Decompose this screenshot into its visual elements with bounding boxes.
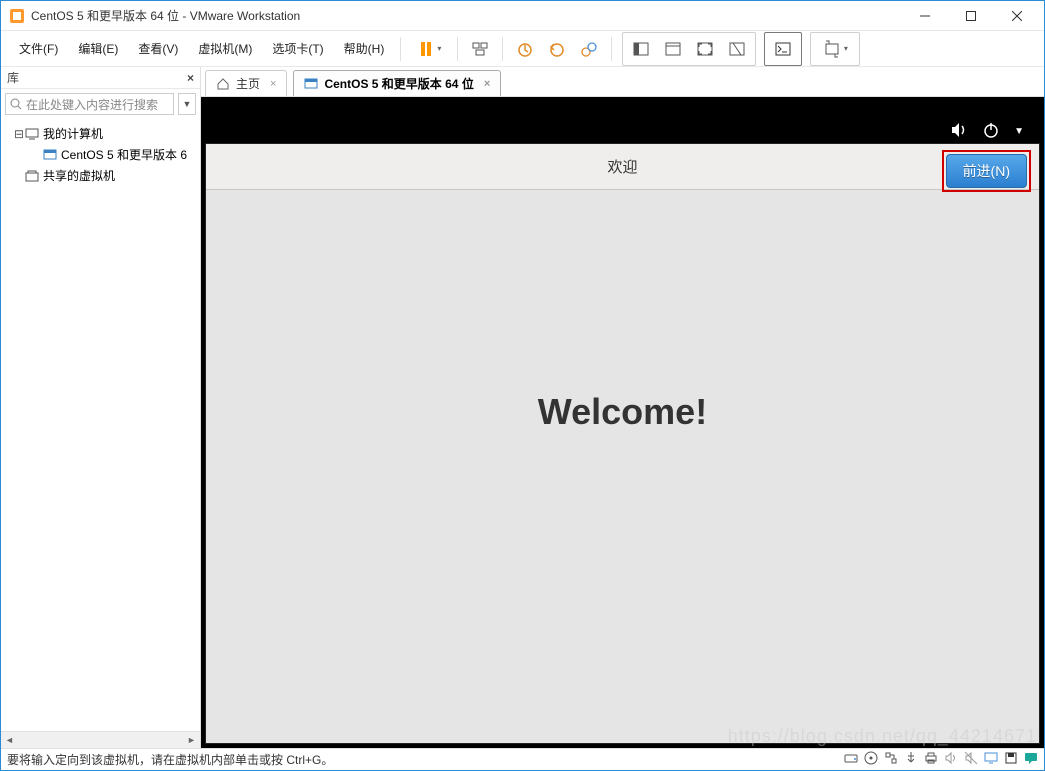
tree-my-computer[interactable]: ⊟ 我的计算机 bbox=[1, 123, 200, 144]
maximize-button[interactable] bbox=[948, 2, 994, 30]
vm-overlay-controls: ▼ bbox=[950, 121, 1024, 142]
pause-button[interactable]: ▾ bbox=[409, 35, 449, 63]
network-icon[interactable] bbox=[884, 751, 898, 768]
titlebar: CentOS 5 和更早版本 64 位 - VMware Workstation bbox=[1, 1, 1044, 31]
power-icon[interactable] bbox=[982, 121, 1000, 142]
menu-view[interactable]: 查看(V) bbox=[128, 36, 188, 61]
menu-tabs[interactable]: 选项卡(T) bbox=[262, 36, 333, 61]
computer-icon bbox=[25, 127, 39, 141]
harddisk-icon[interactable] bbox=[844, 751, 858, 768]
search-dropdown[interactable]: ▼ bbox=[178, 93, 196, 115]
menu-file[interactable]: 文件(F) bbox=[9, 36, 68, 61]
vm-tab-icon bbox=[304, 77, 318, 91]
sound-status-icon[interactable] bbox=[944, 751, 958, 768]
revert-snapshot-button[interactable] bbox=[543, 35, 571, 63]
tree-shared-vms[interactable]: 共享的虚拟机 bbox=[1, 165, 200, 186]
close-button[interactable] bbox=[994, 2, 1040, 30]
vm-display[interactable]: ▼ 欢迎 前进(N) Welcome! bbox=[201, 97, 1044, 748]
snapshot-button[interactable] bbox=[511, 35, 539, 63]
menu-edit[interactable]: 编辑(E) bbox=[68, 36, 128, 61]
menu-vm[interactable]: 虚拟机(M) bbox=[188, 36, 262, 61]
status-device-icons bbox=[844, 751, 1038, 768]
tab-home[interactable]: 主页 × bbox=[205, 70, 287, 96]
tab-home-label: 主页 bbox=[236, 75, 260, 92]
tree-label-shared: 共享的虚拟机 bbox=[43, 167, 115, 184]
power-dropdown-icon[interactable]: ▼ bbox=[1014, 126, 1024, 137]
sidebar-title: 库 bbox=[7, 69, 19, 86]
home-icon bbox=[216, 77, 230, 91]
guest-body: Welcome! bbox=[206, 190, 1039, 743]
mic-status-icon[interactable] bbox=[964, 751, 978, 768]
library-tree: ⊟ 我的计算机 CentOS 5 和更早版本 6 共享的虚拟机 bbox=[1, 119, 200, 731]
message-icon[interactable] bbox=[1024, 751, 1038, 768]
printer-icon[interactable] bbox=[924, 751, 938, 768]
snapshot-manager-button[interactable] bbox=[575, 35, 603, 63]
status-message: 要将输入定向到该虚拟机，请在虚拟机内部单击或按 Ctrl+G。 bbox=[7, 751, 333, 768]
view-fullscreen-button[interactable] bbox=[691, 35, 719, 63]
tree-label-vm1: CentOS 5 和更早版本 6 bbox=[61, 146, 187, 163]
guest-window: 欢迎 前进(N) Welcome! bbox=[205, 143, 1040, 744]
tab-vm-label: CentOS 5 和更早版本 64 位 bbox=[324, 75, 473, 92]
search-placeholder: 在此处键入内容进行搜索 bbox=[26, 96, 158, 113]
library-sidebar: 库 × 在此处键入内容进行搜索 ▼ ⊟ 我的计算机 CentOS 5 和更早版本… bbox=[1, 67, 201, 748]
tabbar: 主页 × CentOS 5 和更早版本 64 位 × bbox=[201, 67, 1044, 97]
minimize-button[interactable] bbox=[902, 2, 948, 30]
view-tabs-button[interactable] bbox=[659, 35, 687, 63]
cd-icon[interactable] bbox=[864, 751, 878, 768]
vm-icon bbox=[43, 148, 57, 162]
display-status-icon[interactable] bbox=[984, 751, 998, 768]
usb-icon[interactable] bbox=[904, 751, 918, 768]
stretch-button[interactable]: ▾ bbox=[815, 35, 855, 63]
view-single-button[interactable] bbox=[627, 35, 655, 63]
sidebar-header: 库 × bbox=[1, 67, 200, 89]
welcome-text: Welcome! bbox=[538, 391, 707, 433]
app-icon bbox=[9, 8, 25, 24]
tree-vm-centos[interactable]: CentOS 5 和更早版本 6 bbox=[1, 144, 200, 165]
shared-icon bbox=[25, 169, 39, 183]
volume-icon[interactable] bbox=[950, 121, 968, 142]
view-mode-group bbox=[622, 32, 756, 66]
search-icon bbox=[10, 98, 22, 110]
scroll-left-icon[interactable]: ◄ bbox=[1, 732, 18, 749]
menu-help[interactable]: 帮助(H) bbox=[334, 36, 395, 61]
send-ctrl-alt-del-button[interactable] bbox=[466, 35, 494, 63]
guest-title: 欢迎 bbox=[607, 156, 637, 177]
menubar: 文件(F) 编辑(E) 查看(V) 虚拟机(M) 选项卡(T) 帮助(H) ▾ … bbox=[1, 31, 1044, 67]
guest-header: 欢迎 前进(N) bbox=[206, 144, 1039, 190]
search-input[interactable]: 在此处键入内容进行搜索 bbox=[5, 93, 174, 115]
console-button-group bbox=[764, 32, 802, 66]
floppy-status-icon[interactable] bbox=[1004, 751, 1018, 768]
next-button-highlight: 前进(N) bbox=[942, 150, 1031, 192]
console-button[interactable] bbox=[769, 35, 797, 63]
stretch-group: ▾ bbox=[810, 32, 860, 66]
window-title: CentOS 5 和更早版本 64 位 - VMware Workstation bbox=[31, 7, 300, 24]
tab-vm[interactable]: CentOS 5 和更早版本 64 位 × bbox=[293, 70, 501, 96]
sidebar-close-icon[interactable]: × bbox=[187, 71, 194, 85]
tab-close-icon[interactable]: × bbox=[484, 78, 490, 90]
statusbar: 要将输入定向到该虚拟机，请在虚拟机内部单击或按 Ctrl+G。 bbox=[1, 748, 1044, 770]
tree-label-root: 我的计算机 bbox=[43, 125, 103, 142]
tab-close-icon[interactable]: × bbox=[270, 78, 276, 90]
scroll-right-icon[interactable]: ► bbox=[183, 732, 200, 749]
next-button[interactable]: 前进(N) bbox=[946, 154, 1027, 188]
view-unity-button[interactable] bbox=[723, 35, 751, 63]
main-area: 主页 × CentOS 5 和更早版本 64 位 × ▼ 欢迎 前进(N) bbox=[201, 67, 1044, 748]
sidebar-hscroll[interactable]: ◄ ► bbox=[1, 731, 200, 748]
